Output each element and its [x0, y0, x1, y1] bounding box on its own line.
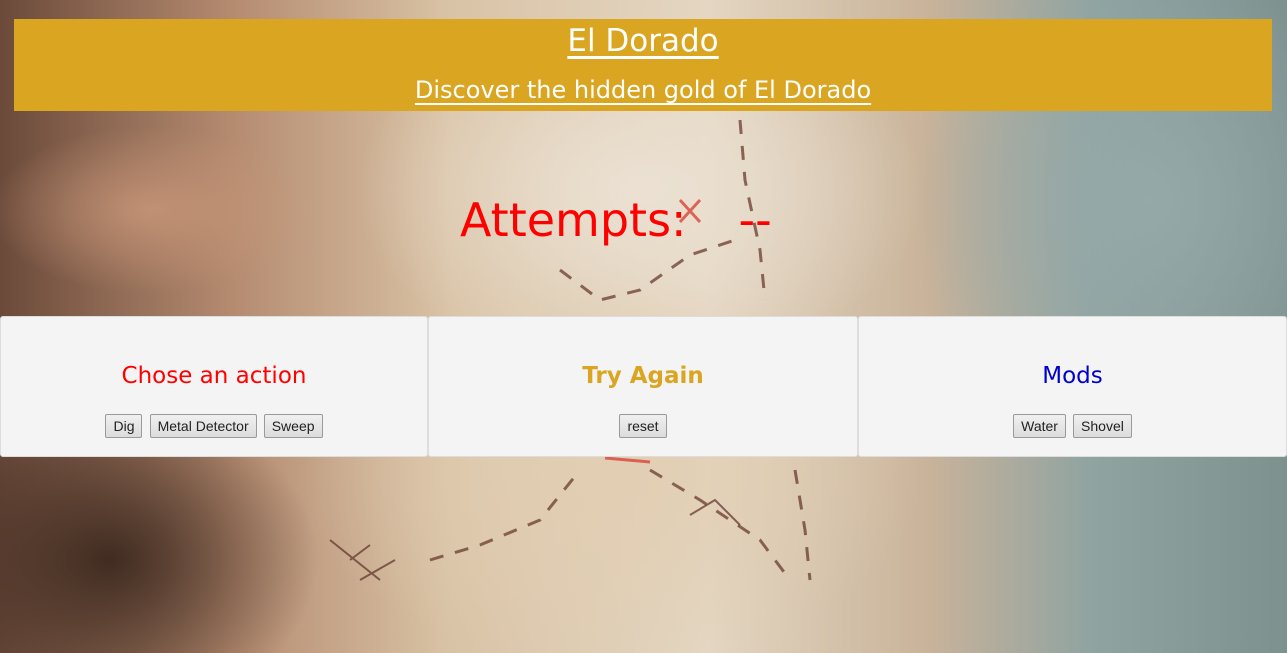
metal-detector-button[interactable]: Metal Detector: [149, 414, 257, 438]
actions-panel: Chose an action Dig Metal Detector Sweep: [0, 316, 428, 457]
mods-panel: Mods Water Shovel: [858, 316, 1287, 457]
control-panels: Chose an action Dig Metal Detector Sweep…: [0, 316, 1287, 459]
try-again-heading: Try Again: [582, 363, 704, 389]
reset-button[interactable]: reset: [619, 414, 667, 438]
attempts-label: Attempts:: [460, 193, 687, 247]
try-again-panel: Try Again reset: [428, 316, 858, 457]
page-title[interactable]: El Dorado: [567, 21, 718, 61]
attempts-counter: Attempts: --: [460, 190, 772, 250]
attempts-value: --: [738, 193, 772, 247]
water-button[interactable]: Water: [1013, 414, 1066, 438]
sweep-button[interactable]: Sweep: [263, 414, 323, 438]
page-background: El Dorado Discover the hidden gold of El…: [0, 0, 1287, 653]
actions-heading: Chose an action: [121, 363, 307, 389]
dig-button[interactable]: Dig: [105, 414, 143, 438]
mods-heading: Mods: [1042, 363, 1103, 389]
site-header: El Dorado Discover the hidden gold of El…: [14, 19, 1272, 111]
page-subtitle[interactable]: Discover the hidden gold of El Dorado: [14, 75, 1272, 105]
shovel-button[interactable]: Shovel: [1073, 414, 1132, 438]
